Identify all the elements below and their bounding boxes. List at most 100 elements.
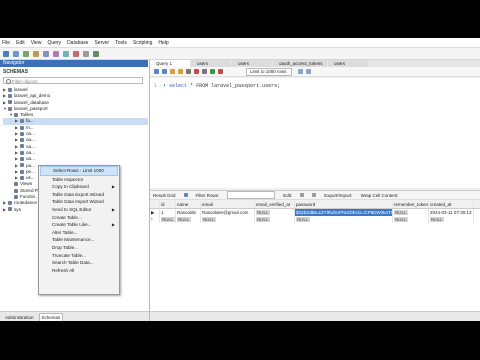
context-menu-item[interactable]: Send to SQL Editor ▶ — [39, 206, 119, 214]
beautify-icon[interactable] — [298, 69, 303, 74]
commit-icon[interactable] — [210, 69, 215, 74]
open-sql-script-icon[interactable] — [13, 50, 19, 57]
result-grid[interactable]: id name email email_verified_at password… — [150, 201, 480, 311]
tree-item-label: oa... — [26, 131, 35, 137]
menu-scripting[interactable]: Scripting — [133, 40, 152, 46]
tree-item-label: Views — [20, 181, 33, 187]
execute-icon[interactable] — [170, 69, 175, 74]
context-menu-item[interactable]: Table Inspector — [39, 176, 119, 184]
context-menu-item[interactable]: Copy to Clipboard ▶ — [39, 183, 119, 191]
context-menu-item[interactable]: Truncate Table... — [39, 252, 119, 260]
cell-password[interactable]: $2y$10$BucZYlRuhUPNnrDEr4c./CP8DW3k4TS..… — [295, 209, 393, 216]
main-toolbar — [0, 48, 480, 60]
context-menu-item-label: Copy to Clipboard — [52, 184, 89, 190]
filter-objects-input[interactable]: Filter objects — [3, 77, 143, 84]
column-header[interactable]: password — [295, 201, 393, 208]
grid-icon[interactable] — [183, 193, 188, 197]
column-header[interactable]: remember_token — [393, 201, 429, 208]
submenu-arrow-icon: ▶ — [111, 206, 115, 212]
menu-database[interactable]: Database — [67, 40, 88, 46]
cell-remember-token[interactable]: NULL — [393, 209, 429, 216]
table-row[interactable]: * NULL NULL NULL NULL NULL NULL NULL — [150, 216, 480, 223]
tab-query-1[interactable]: Query 1 — [150, 60, 190, 67]
result-grid-label[interactable]: Result Grid — [153, 193, 176, 198]
database-icon — [20, 131, 24, 136]
tree-item-label: oa... — [26, 143, 35, 149]
column-header[interactable]: email_verified_at — [255, 201, 295, 208]
cell-remember-token[interactable]: NULL — [393, 216, 429, 223]
cell-password[interactable]: NULL — [295, 216, 393, 223]
column-header[interactable]: name — [176, 201, 201, 208]
menu-file[interactable]: File — [2, 40, 10, 46]
create-procedure-icon[interactable] — [63, 50, 69, 57]
menu-server[interactable]: Server — [94, 40, 109, 46]
context-menu-item[interactable]: Refresh All — [39, 267, 119, 275]
tree-item-label: Functio... — [20, 194, 39, 200]
cell-created-at[interactable]: 2024-03-11 07:30:13 — [429, 209, 474, 216]
execute-current-icon[interactable] — [178, 69, 183, 74]
cell-created-at[interactable]: NULL — [429, 216, 474, 223]
stop-icon[interactable] — [194, 69, 199, 74]
find-icon[interactable] — [306, 69, 311, 74]
reconnect-icon[interactable] — [93, 50, 99, 57]
new-sql-tab-icon[interactable] — [3, 50, 9, 57]
toggle-error-icon[interactable] — [202, 69, 207, 74]
save-icon[interactable] — [162, 69, 167, 74]
cell-email[interactable]: Rasooldev@gmail.com — [201, 209, 255, 216]
context-menu-item-label: Alter Table... — [52, 229, 78, 235]
table-row[interactable]: ▶ 1 Rasoolde Rasooldev@gmail.com NULL $2… — [150, 209, 480, 216]
menu-query[interactable]: Query — [47, 40, 61, 46]
limit-rows-select[interactable]: Limit to 1000 rows — [246, 67, 292, 76]
tab-users[interactable]: users — [232, 60, 272, 67]
context-menu-item[interactable]: Create Table... — [39, 214, 119, 222]
edit-row-icon[interactable] — [300, 193, 305, 197]
menu-view[interactable]: View — [31, 40, 42, 46]
context-menu-item[interactable]: Alter Table... — [39, 229, 119, 237]
column-header[interactable]: email — [201, 201, 255, 208]
create-function-icon[interactable] — [73, 50, 79, 57]
inspector-icon[interactable] — [23, 50, 29, 57]
column-header[interactable]: created_at — [429, 201, 474, 208]
cell-email-verified-at[interactable]: NULL — [255, 209, 295, 216]
cell-id[interactable]: NULL — [160, 216, 176, 223]
tab-users[interactable]: users — [328, 60, 368, 67]
explain-icon[interactable] — [186, 69, 191, 74]
search-table-data-icon[interactable] — [83, 50, 89, 57]
context-menu-item[interactable]: Search Table Data... — [39, 259, 119, 267]
tab-administration[interactable]: Administration — [3, 314, 36, 321]
menu-tools[interactable]: Tools — [115, 40, 127, 46]
submenu-arrow-icon: ▶ — [111, 184, 115, 190]
context-menu-item[interactable]: Table Data Import Wizard — [39, 198, 119, 206]
context-menu-item[interactable]: Select Rows - Limit 1000 — [40, 166, 118, 176]
status-bar — [150, 311, 480, 321]
null-badge: NULL — [296, 217, 310, 222]
cell-email[interactable]: NULL — [201, 216, 255, 223]
cell-name[interactable]: Rasoolde — [176, 209, 201, 216]
menu-edit[interactable]: Edit — [16, 40, 25, 46]
tab-users[interactable]: users — [191, 60, 231, 67]
create-view-icon[interactable] — [53, 50, 59, 57]
tree-item-label: fa... — [26, 118, 34, 124]
create-schema-icon[interactable] — [33, 50, 39, 57]
menu-help[interactable]: Help — [158, 40, 168, 46]
cell-name[interactable]: NULL — [176, 216, 201, 223]
database-icon — [20, 169, 24, 174]
filter-rows-input[interactable] — [227, 191, 276, 199]
cell-id[interactable]: 1 — [160, 209, 176, 216]
create-table-icon[interactable] — [43, 50, 49, 57]
context-menu-item[interactable]: Table Maintenance... — [39, 236, 119, 244]
column-header[interactable]: id — [160, 201, 176, 208]
tab-schemas[interactable]: Schemas — [38, 312, 64, 321]
context-menu-item[interactable]: Table Data Export Wizard — [39, 191, 119, 199]
open-file-icon[interactable] — [154, 69, 159, 74]
database-icon — [20, 175, 24, 180]
rollback-icon[interactable] — [218, 69, 223, 74]
tab-oauth-access-tokens[interactable]: oauth_access_tokens — [273, 60, 327, 67]
context-menu-item[interactable]: Create Table Like... ▶ — [39, 221, 119, 229]
cell-email-verified-at[interactable]: NULL — [255, 216, 295, 223]
context-menu-item-label: Truncate Table... — [52, 252, 86, 258]
context-menu-item-label: Search Table Data... — [52, 260, 94, 266]
sql-editor[interactable]: 1 • select * FROM laravel_passport.users; — [150, 78, 480, 188]
context-menu-item[interactable]: Drop Table... — [39, 244, 119, 252]
add-row-icon[interactable] — [312, 193, 317, 197]
